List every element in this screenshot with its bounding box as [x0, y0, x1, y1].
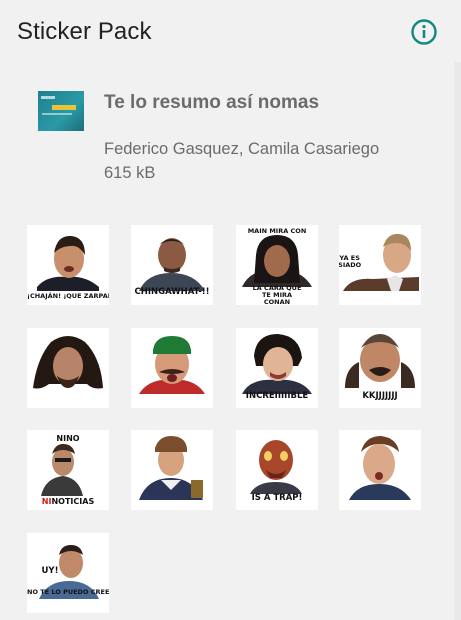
sticker-4[interactable]: ESTO YA ES DEMASIADO: [339, 225, 421, 305]
sticker-12[interactable]: [339, 430, 421, 510]
sticker-3[interactable]: MAIN MIRA CON LA CARA QUE TE MIRA CONAN: [236, 225, 318, 305]
pack-name: Te lo resumo así nomas: [104, 92, 320, 113]
sticker-caption: KKJJJJJJJ: [362, 391, 398, 401]
sticker-1[interactable]: ¡CHAJÁN! ¡QUE ZARPADO!: [27, 225, 109, 305]
scroll-edge: [454, 62, 461, 620]
sticker-13[interactable]: UY! NO TE LO PUEDO CREER: [27, 533, 109, 613]
pack-size: 615 kB: [104, 164, 156, 182]
sticker-caption-top: MAIN MIRA CON: [247, 227, 307, 235]
sticker-caption: CHINGAWHAT-!!: [134, 287, 210, 297]
sticker-2[interactable]: CHINGAWHAT-!!: [131, 225, 213, 305]
info-icon[interactable]: [410, 18, 438, 46]
sticker-8[interactable]: KKJJJJJJJ: [339, 328, 421, 408]
sticker-caption-top: NINO: [56, 434, 80, 443]
sticker-caption: IS A TRAP!: [251, 493, 303, 503]
sticker-caption: NO TE LO PUEDO CREER: [27, 588, 109, 596]
sticker-5[interactable]: [27, 328, 109, 408]
sticker-caption: INCREIIIIIBLE: [245, 391, 309, 401]
pack-tray-icon: [38, 91, 84, 131]
sticker-caption: LA CARA QUE TE MIRA CONAN: [252, 284, 302, 306]
sticker-caption: NINOTICIAS: [41, 497, 95, 506]
sticker-11[interactable]: IS A TRAP!: [236, 430, 318, 510]
sticker-caption: ¡CHAJÁN! ¡QUE ZARPADO!: [27, 292, 109, 300]
sticker-9[interactable]: NINO NINOTICIAS: [27, 430, 109, 510]
pack-authors: Federico Gasquez, Camila Casariego: [104, 140, 380, 158]
sticker-7[interactable]: INCREIIIIIBLE: [236, 328, 318, 408]
app-bar-title: Sticker Pack: [17, 18, 152, 45]
sticker-caption-top: ESTO YA ES DEMASIADO: [339, 254, 362, 269]
sticker-6[interactable]: [131, 328, 213, 408]
sticker-10[interactable]: [131, 430, 213, 510]
sticker-caption-top: UY!: [41, 566, 59, 576]
app-bar: Sticker Pack: [0, 0, 461, 62]
